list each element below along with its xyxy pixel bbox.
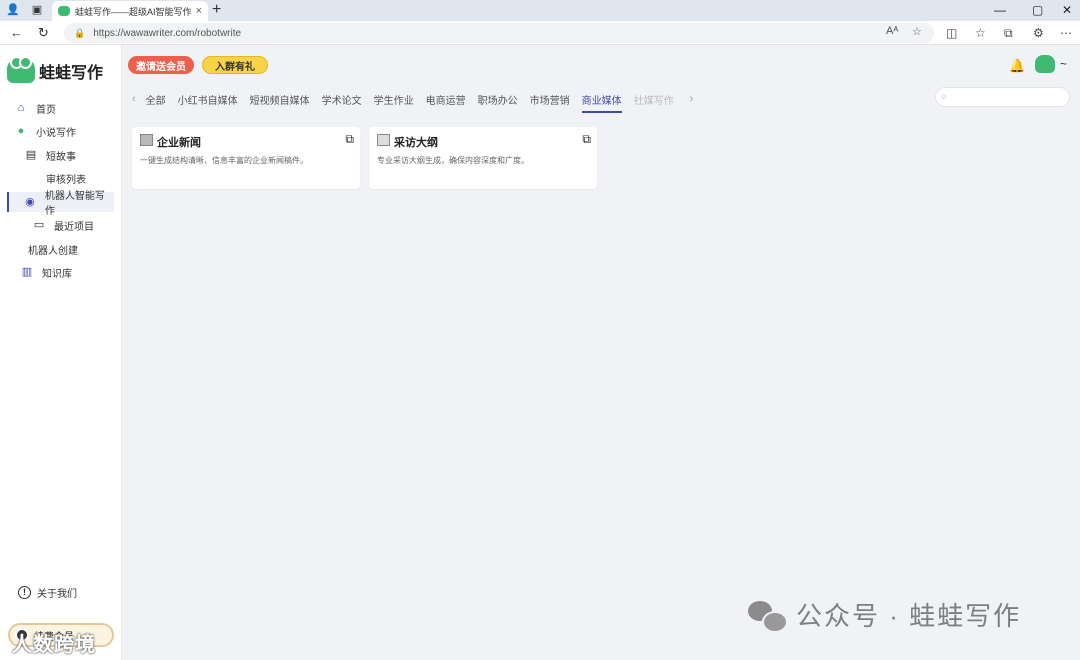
tab-business-media[interactable]: 商业媒体 bbox=[581, 92, 622, 113]
more-menu-icon[interactable]: ⋯ bbox=[1060, 25, 1072, 41]
tab-all[interactable]: 全部 bbox=[146, 92, 166, 107]
sidebar-item-label: 机器人创建 bbox=[28, 245, 78, 257]
sidebar-item-label: 审核列表 bbox=[46, 174, 86, 186]
lock-icon: 🔒 bbox=[74, 27, 86, 38]
about-label: 关于我们 bbox=[37, 589, 77, 600]
browser-tab-bar: 👤 ▣ 蛙蛙写作——超级AI智能写作助手 × + — ▢ ✕ bbox=[0, 0, 1080, 21]
book-icon: ▤ bbox=[25, 149, 37, 161]
search-input[interactable]: ○ bbox=[935, 87, 1070, 107]
sidebar-item-label: 最近项目 bbox=[54, 221, 94, 233]
robot-card[interactable]: 企业新闻 ⧉ 一键生成结构清晰、信息丰富的企业新闻稿件。 bbox=[132, 127, 360, 189]
sidebar-item-label: 小说写作 bbox=[36, 127, 76, 139]
brand-name: 蛙蛙写作 bbox=[39, 65, 104, 82]
favorites-icon[interactable]: ☆ bbox=[975, 25, 986, 41]
about-us-link[interactable]: ! 关于我们 bbox=[18, 585, 77, 600]
split-screen-icon[interactable]: ◫ bbox=[946, 25, 957, 41]
user-avatar[interactable] bbox=[1035, 55, 1055, 73]
new-tab-button[interactable]: + bbox=[212, 1, 221, 19]
tab-academic[interactable]: 学术论文 bbox=[322, 92, 362, 107]
profile-icon[interactable]: 👤 bbox=[6, 3, 20, 17]
card-title: 企业新闻 bbox=[157, 137, 201, 149]
main-header: 邀请送会员 入群有礼 🔔 ~ bbox=[122, 45, 1080, 87]
card-description: 专业采访大纲生成，确保内容深度和广度。 bbox=[377, 156, 529, 165]
info-icon: ! bbox=[18, 586, 31, 599]
home-icon: ⌂ bbox=[17, 102, 25, 114]
sidebar-item-label: 机器人智能写作 bbox=[44, 191, 105, 217]
user-menu-toggle[interactable]: ~ bbox=[1060, 57, 1067, 71]
overlay-watermark: 人数跨境 bbox=[12, 634, 96, 656]
newspaper-icon bbox=[140, 134, 153, 146]
app-logo[interactable]: 蛙蛙写作 bbox=[7, 56, 104, 83]
url-path: /robotwrite bbox=[194, 27, 242, 39]
watermark-text: 公众号 · 蛙蛙写作 bbox=[796, 601, 1022, 631]
sidebar-item-label: 首页 bbox=[36, 104, 56, 116]
sidebar-item-robot-writing[interactable]: ◉ 机器人智能写作 bbox=[7, 191, 114, 217]
minimize-icon[interactable]: — bbox=[994, 1, 1006, 19]
wechat-watermark: 公众号 · 蛙蛙写作 bbox=[748, 596, 1021, 633]
archive-icon: ▭ bbox=[33, 219, 45, 231]
join-group-badge[interactable]: 入群有礼 bbox=[202, 56, 268, 74]
back-icon[interactable]: ← bbox=[10, 25, 23, 41]
read-aloud-icon[interactable]: Aᴬ bbox=[886, 25, 898, 37]
sidebar-item-short-story[interactable]: ▤ 短故事 bbox=[24, 145, 131, 165]
maximize-icon[interactable]: ▢ bbox=[1032, 1, 1043, 19]
robot-card[interactable]: 采访大纲 ⧉ 专业采访大纲生成，确保内容深度和广度。 bbox=[369, 127, 597, 189]
edit-icon[interactable]: ⧉ bbox=[345, 132, 354, 147]
library-icon: ▥ bbox=[21, 266, 33, 278]
sidebar-item-label: 知识库 bbox=[42, 268, 72, 280]
tab-actions-icon[interactable]: ▣ bbox=[30, 3, 44, 17]
robot-icon: ◉ bbox=[25, 196, 35, 208]
sidebar-item-knowledge-base[interactable]: ▥ 知识库 bbox=[20, 262, 127, 282]
sidebar-item-robot-create[interactable]: 机器人创建 bbox=[28, 239, 135, 259]
bell-icon[interactable]: 🔔 bbox=[1009, 58, 1025, 74]
sidebar-item-recent-projects[interactable]: ▭ 最近项目 bbox=[32, 215, 139, 235]
close-tab-icon[interactable]: × bbox=[196, 5, 202, 17]
extensions-icon[interactable]: ⚙ bbox=[1033, 25, 1044, 41]
chevron-right-icon[interactable]: › bbox=[690, 93, 694, 105]
sidebar: 蛙蛙写作 ⌂ 首页 ● 小说写作 ▤ 短故事 审核列表 ◉ 机器人智能写作 ▭ … bbox=[0, 45, 122, 660]
invite-badge[interactable]: 邀请送会员 bbox=[128, 56, 194, 74]
favorite-star-icon[interactable]: ☆ bbox=[912, 25, 922, 38]
close-window-icon[interactable]: ✕ bbox=[1062, 1, 1072, 19]
search-icon: ○ bbox=[941, 91, 947, 101]
sidebar-item-label: 短故事 bbox=[46, 151, 76, 163]
sidebar-item-home[interactable]: ⌂ 首页 bbox=[14, 98, 121, 118]
browser-tab[interactable]: 蛙蛙写作——超级AI智能写作助手 × bbox=[52, 1, 208, 21]
card-title: 采访大纲 bbox=[394, 137, 438, 149]
url-field[interactable]: 🔒 https://wawawriter.com/robotwrite Aᴬ ☆ bbox=[64, 23, 934, 43]
refresh-icon[interactable]: ↻ bbox=[38, 25, 49, 41]
tab-social-media[interactable]: 社媒写作 bbox=[634, 92, 674, 107]
tab-marketing[interactable]: 市场营销 bbox=[530, 92, 570, 107]
frog-icon: ● bbox=[17, 125, 25, 137]
wechat-icon bbox=[748, 599, 788, 633]
frog-favicon-icon bbox=[58, 6, 70, 16]
tab-ecommerce[interactable]: 电商运营 bbox=[426, 92, 466, 107]
document-icon bbox=[377, 134, 390, 146]
tab-xiaohongshu[interactable]: 小红书自媒体 bbox=[178, 92, 238, 107]
tab-title: 蛙蛙写作——超级AI智能写作助手 bbox=[75, 6, 192, 17]
collections-icon[interactable]: ⧉ bbox=[1004, 25, 1013, 41]
chevron-left-icon[interactable]: ‹ bbox=[132, 93, 136, 105]
card-description: 一键生成结构清晰、信息丰富的企业新闻稿件。 bbox=[140, 156, 308, 165]
sidebar-item-novel[interactable]: ● 小说写作 bbox=[14, 121, 121, 141]
frog-logo-icon bbox=[7, 56, 35, 83]
address-bar: ← ↻ 🔒 https://wawawriter.com/robotwrite … bbox=[0, 21, 1080, 45]
edit-icon[interactable]: ⧉ bbox=[582, 132, 591, 147]
tab-short-video[interactable]: 短视频自媒体 bbox=[250, 92, 310, 107]
category-tabs: ‹ 全部 小红书自媒体 短视频自媒体 学术论文 学生作业 电商运营 职场办公 市… bbox=[132, 91, 694, 113]
tab-workplace[interactable]: 职场办公 bbox=[478, 92, 518, 107]
tab-student[interactable]: 学生作业 bbox=[374, 92, 414, 107]
url-host: https://wawawriter.com bbox=[93, 27, 195, 39]
